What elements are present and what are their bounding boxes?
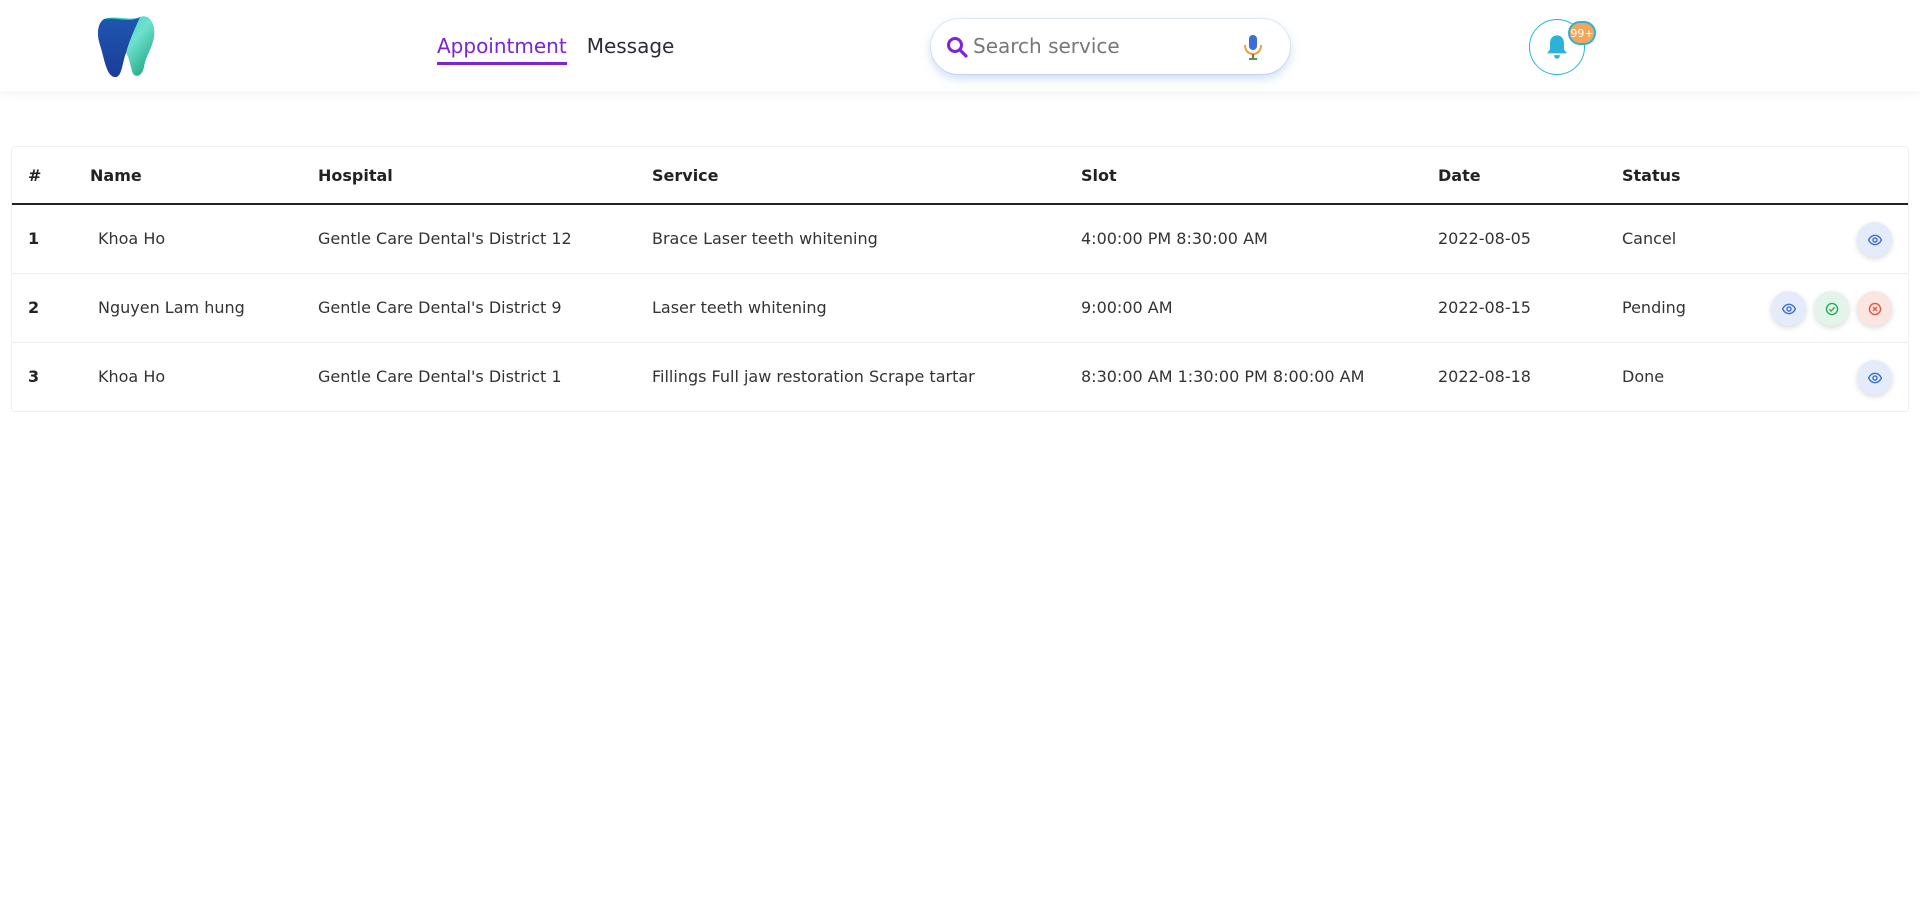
row-number: 1 — [28, 229, 40, 248]
row-status: Pending — [1622, 298, 1686, 317]
top-header: Appointment Message 99+ — [0, 0, 1920, 91]
column-header-service: Service — [652, 166, 719, 185]
row-number: 3 — [28, 367, 40, 386]
column-header-status: Status — [1622, 166, 1681, 185]
appointments-table: # Name Hospital Service Slot Date Status… — [11, 146, 1909, 412]
row-slot: 9:00:00 AM — [1081, 298, 1173, 317]
tab-message[interactable]: Message — [587, 34, 675, 65]
view-button[interactable] — [1857, 222, 1892, 257]
notification-badge: 99+ — [1568, 21, 1596, 45]
row-hospital: Gentle Care Dental's District 1 — [318, 367, 562, 386]
eye-icon — [1867, 372, 1882, 383]
row-status: Cancel — [1622, 229, 1677, 248]
reject-button[interactable] — [1857, 291, 1892, 326]
search-icon[interactable] — [945, 35, 969, 59]
column-header-slot: Slot — [1081, 166, 1117, 185]
row-status: Done — [1622, 367, 1665, 386]
row-service: Fillings Full jaw restoration Scrape tar… — [652, 367, 975, 386]
bell-icon — [1547, 35, 1567, 59]
tooth-logo-icon[interactable] — [96, 15, 156, 79]
search-input[interactable] — [973, 31, 1233, 61]
row-name: Nguyen Lam hung — [98, 298, 245, 317]
column-header-number: # — [28, 166, 42, 185]
table-header: # Name Hospital Service Slot Date Status — [12, 147, 1908, 205]
row-hospital: Gentle Care Dental's District 12 — [318, 229, 572, 248]
row-date: 2022-08-15 — [1438, 298, 1531, 317]
close-circle-icon — [1868, 302, 1881, 315]
view-button[interactable] — [1857, 360, 1892, 395]
row-slot: 4:00:00 PM 8:30:00 AM — [1081, 229, 1268, 248]
row-hospital: Gentle Care Dental's District 9 — [318, 298, 562, 317]
column-header-name: Name — [90, 166, 142, 185]
check-circle-icon — [1825, 302, 1838, 315]
tab-appointment[interactable]: Appointment — [437, 34, 567, 65]
approve-button[interactable] — [1814, 291, 1849, 326]
row-name: Khoa Ho — [98, 367, 166, 386]
row-name: Khoa Ho — [98, 229, 166, 248]
row-service: Laser teeth whitening — [652, 298, 827, 317]
row-date: 2022-08-05 — [1438, 229, 1531, 248]
search-bar — [931, 19, 1290, 74]
column-header-hospital: Hospital — [318, 166, 393, 185]
eye-icon — [1781, 303, 1796, 314]
row-actions — [1771, 291, 1892, 326]
table-row: 1 Khoa Ho Gentle Care Dental's District … — [12, 205, 1908, 274]
row-date: 2022-08-18 — [1438, 367, 1531, 386]
column-header-date: Date — [1438, 166, 1481, 185]
table-row: 2 Nguyen Lam hung Gentle Care Dental's D… — [12, 274, 1908, 343]
table-row: 3 Khoa Ho Gentle Care Dental's District … — [12, 343, 1908, 412]
row-actions — [1857, 222, 1892, 257]
microphone-icon[interactable] — [1242, 33, 1264, 61]
row-number: 2 — [28, 298, 40, 317]
main-nav: Appointment Message — [437, 34, 674, 65]
row-slot: 8:30:00 AM 1:30:00 PM 8:00:00 AM — [1081, 367, 1365, 386]
row-actions — [1857, 360, 1892, 395]
view-button[interactable] — [1771, 291, 1806, 326]
eye-icon — [1867, 234, 1882, 245]
row-service: Brace Laser teeth whitening — [652, 229, 878, 248]
